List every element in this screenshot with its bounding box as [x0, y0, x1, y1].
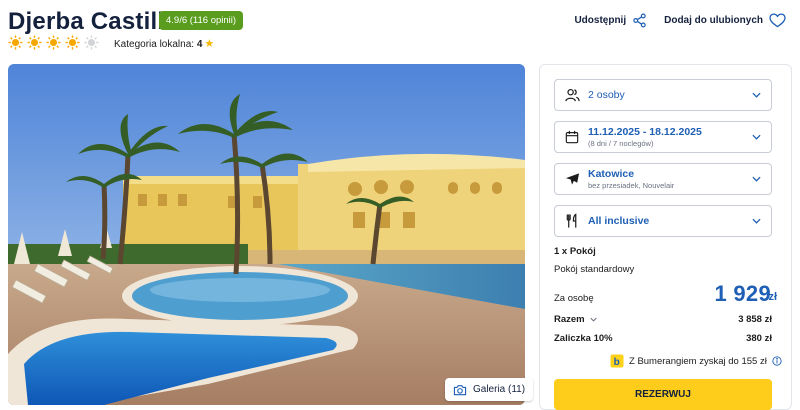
- person-icon: [565, 88, 580, 102]
- bumerang-info[interactable]: b Z Bumerangiem zyskaj do 155 zł: [610, 354, 782, 368]
- chevron-down-icon: [752, 176, 761, 182]
- bumerang-text: Z Bumerangiem zyskaj do 155 zł: [629, 355, 767, 367]
- dates-sub: (8 dni / 7 noclegów): [588, 139, 654, 148]
- chevron-down-icon: [752, 92, 761, 98]
- hotel-photo-illustration: [8, 64, 525, 405]
- gallery-label: Galeria (11): [473, 384, 526, 395]
- favorite-button[interactable]: Dodaj do ulubionych: [664, 13, 786, 28]
- persons-value: 2 osoby: [588, 89, 625, 101]
- room-count: 1 x Pokój: [554, 246, 596, 257]
- sun-icon: [46, 35, 61, 50]
- share-icon: [633, 13, 646, 28]
- sun-icon: [65, 35, 80, 50]
- star-icon: ★: [204, 38, 215, 50]
- total-value: 3 858 zł: [738, 314, 772, 325]
- svg-text:b: b: [614, 357, 620, 368]
- room-type: Pokój standardowy: [554, 264, 635, 275]
- board-select[interactable]: All inclusive: [554, 205, 772, 237]
- chevron-down-icon: [752, 134, 761, 140]
- sun-icon: [27, 35, 42, 50]
- chevron-down-icon: [752, 218, 761, 224]
- booking-panel: 2 osoby 11.12.2025 - 18.12.2025 (8 dni /…: [539, 64, 792, 410]
- departure-sub: bez przesiadek, Nouvelair: [588, 181, 675, 190]
- star-rating: [8, 35, 99, 50]
- dates-select[interactable]: 11.12.2025 - 18.12.2025 (8 dni / 7 nocle…: [554, 121, 772, 153]
- calendar-icon: [565, 130, 579, 144]
- top-actions: Udostępnij Dodaj do ulubionych: [574, 13, 786, 28]
- persons-select[interactable]: 2 osoby: [554, 79, 772, 111]
- deposit-value: 380 zł: [746, 333, 772, 344]
- total-label: Razem: [554, 314, 585, 325]
- sun-empty-icon: [84, 35, 99, 50]
- share-label: Udostępnij: [574, 15, 627, 26]
- per-person-price: 1 929: [714, 281, 771, 306]
- total-row[interactable]: Razem 3 858 zł: [554, 314, 772, 325]
- departure-select[interactable]: Katowice bez przesiadek, Nouvelair: [554, 163, 772, 195]
- info-icon[interactable]: [772, 356, 782, 366]
- local-category-label: Kategoria lokalna:: [114, 39, 195, 50]
- deposit-label: Zaliczka 10%: [554, 333, 613, 344]
- local-category: Kategoria lokalna: 4 ★: [114, 37, 214, 50]
- hotel-photo[interactable]: [8, 64, 525, 405]
- dates-value: 11.12.2025 - 18.12.2025: [588, 126, 702, 138]
- favorite-label: Dodaj do ulubionych: [664, 15, 763, 26]
- chevron-down-icon: [590, 317, 597, 322]
- bumerang-logo-icon: b: [610, 354, 624, 368]
- hotel-title: Djerba Castille: [8, 8, 178, 35]
- sun-icon: [8, 35, 23, 50]
- local-category-value: 4: [196, 39, 203, 50]
- rating-badge[interactable]: 4.9/6 (116 opinii): [159, 11, 244, 30]
- hotel-header: Djerba Castille 4.9/6 (116 opinii) Kateg…: [8, 6, 792, 56]
- plane-icon: [565, 173, 580, 185]
- reserve-button[interactable]: REZERWUJ: [554, 379, 772, 410]
- heart-icon: [769, 13, 786, 28]
- currency-label: zł: [768, 291, 777, 303]
- deposit-row: Zaliczka 10% 380 zł: [554, 333, 772, 344]
- gallery-button[interactable]: Galeria (11): [445, 378, 534, 401]
- cutlery-icon: [566, 213, 577, 228]
- departure-value: Katowice: [588, 168, 635, 180]
- camera-icon: [453, 384, 467, 395]
- share-button[interactable]: Udostępnij: [574, 13, 647, 28]
- board-value: All inclusive: [588, 215, 650, 227]
